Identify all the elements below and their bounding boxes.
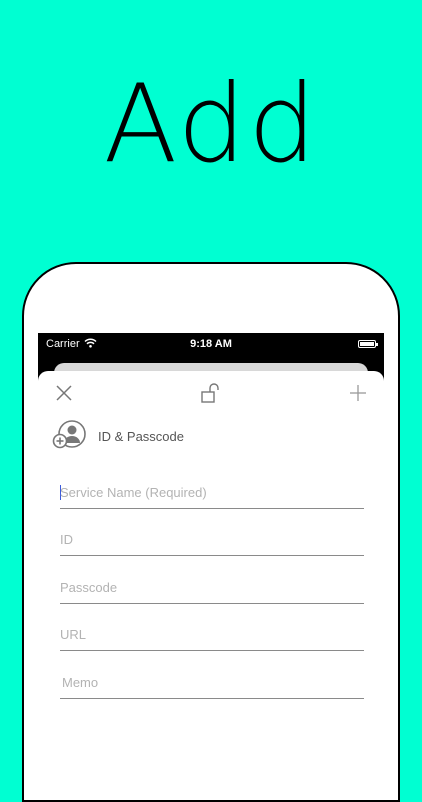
- plus-icon: [349, 384, 367, 407]
- service-name-input[interactable]: [60, 484, 364, 500]
- add-sheet: ID & Passcode: [38, 371, 384, 763]
- form-fields: [38, 461, 384, 699]
- lock-toggle-button[interactable]: [199, 382, 223, 409]
- phone-screen: Carrier 9:18 AM ID & Passcode Service Na…: [38, 333, 384, 763]
- service-name-field: [60, 461, 364, 509]
- id-input[interactable]: [60, 532, 364, 547]
- unlock-icon: [200, 382, 222, 409]
- passcode-input[interactable]: [60, 579, 364, 595]
- add-person-icon: [52, 419, 88, 454]
- section-label: ID & Passcode: [98, 428, 184, 444]
- close-button[interactable]: [52, 383, 76, 407]
- passcode-field: [60, 556, 364, 604]
- memo-field: [60, 651, 366, 699]
- memo-input[interactable]: [62, 674, 366, 690]
- id-field: [60, 509, 364, 556]
- section-header: ID & Passcode: [38, 419, 384, 453]
- status-bar: Carrier 9:18 AM: [38, 333, 384, 355]
- url-input[interactable]: [60, 627, 364, 642]
- add-button[interactable]: [346, 383, 370, 407]
- url-field: [60, 604, 364, 651]
- close-icon: [55, 384, 73, 407]
- headline: Add: [103, 62, 319, 187]
- toolbar: [38, 371, 384, 417]
- status-time: 9:18 AM: [190, 338, 232, 350]
- battery-icon: [358, 340, 378, 348]
